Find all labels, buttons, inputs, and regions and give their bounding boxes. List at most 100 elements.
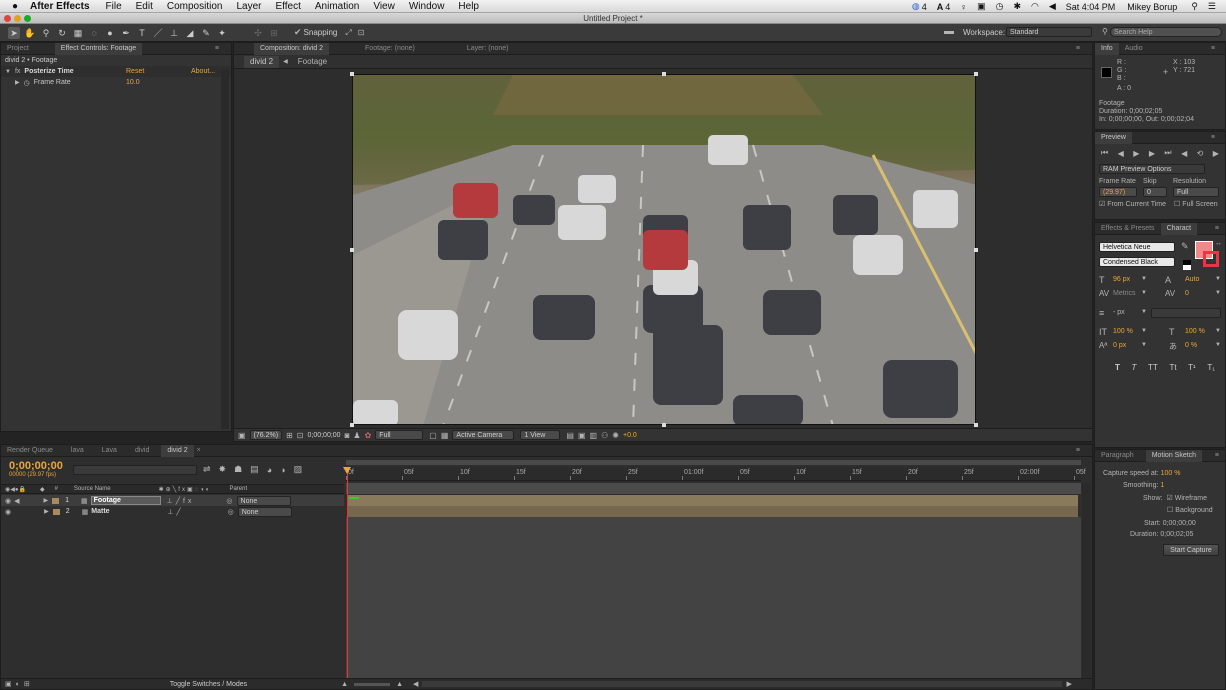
- playhead-icon[interactable]: [343, 467, 351, 474]
- swap-colors-icon[interactable]: ↔: [1215, 240, 1222, 247]
- bluetooth-icon[interactable]: ✱: [1013, 1, 1021, 12]
- stroke-color-swatch[interactable]: [1203, 251, 1219, 267]
- hscale-arrow-icon[interactable]: ▼: [1215, 328, 1221, 334]
- rotate-tool-icon[interactable]: ↻: [56, 27, 68, 39]
- tracking-arrow-icon[interactable]: ▼: [1215, 290, 1221, 296]
- handle-tr[interactable]: [974, 72, 978, 76]
- loop-icon[interactable]: ⟲: [1197, 149, 1204, 158]
- tab-layer[interactable]: Layer: (none): [461, 43, 515, 55]
- baseline-shift-value[interactable]: 0 px: [1113, 342, 1126, 349]
- parent-pickwhip-icon[interactable]: ◎: [228, 508, 234, 516]
- parent-dropdown[interactable]: None: [236, 495, 291, 506]
- zoom-dropdown[interactable]: (76.2%): [249, 430, 283, 440]
- scroll-left-icon[interactable]: ◀: [413, 680, 418, 688]
- handle-tm[interactable]: [662, 72, 666, 76]
- app-menu[interactable]: After Effects: [30, 1, 89, 12]
- flow-tab-comp[interactable]: divid 2: [244, 55, 280, 68]
- play-icon[interactable]: ▶: [1133, 149, 1139, 158]
- stopwatch-icon[interactable]: ◷: [24, 79, 30, 87]
- snapshot-icon[interactable]: ◙: [345, 431, 350, 440]
- tab-divid[interactable]: divid: [129, 445, 155, 457]
- font-size-arrow-icon[interactable]: ▼: [1141, 276, 1147, 282]
- handle-mr[interactable]: [974, 248, 978, 252]
- time-ruler[interactable]: 0f 05f 10f 15f 20f 25f 01:00f 05f 10f 15f 20f 25f 02…: [346, 467, 1086, 481]
- snapping-toggle[interactable]: ✔ Snapping ⤢ ⊡: [294, 27, 364, 38]
- workspace-dropdown[interactable]: Standard: [1006, 27, 1092, 37]
- zoom-slider[interactable]: [354, 682, 391, 686]
- skip-dropdown[interactable]: 0: [1143, 187, 1167, 197]
- menu-file[interactable]: File: [106, 1, 122, 12]
- stroke-width-value[interactable]: - px: [1113, 309, 1125, 316]
- smoothing-value[interactable]: 1: [1160, 482, 1164, 489]
- visibility-eye-icon[interactable]: ◉: [5, 508, 11, 516]
- search-help-icon[interactable]: ⚲: [1102, 27, 1108, 36]
- faux-bold-icon[interactable]: T: [1115, 363, 1120, 372]
- timeline-icon[interactable]: ▥: [590, 431, 598, 440]
- label-color-swatch[interactable]: [52, 497, 60, 504]
- pen-tool-icon[interactable]: ✒: [120, 27, 132, 39]
- type-tool-icon[interactable]: T: [136, 27, 148, 39]
- snap-feature-icon[interactable]: ⊡: [358, 28, 365, 37]
- start-capture-button[interactable]: Start Capture: [1163, 544, 1219, 556]
- wireframe-checkbox-icon[interactable]: ☑: [1166, 494, 1172, 502]
- last-frame-icon[interactable]: ⏭: [1164, 148, 1171, 158]
- first-frame-icon[interactable]: ⏮: [1101, 148, 1108, 158]
- next-frame-icon[interactable]: ▶: [1149, 149, 1155, 158]
- layer-switches[interactable]: ⊥╱fx: [167, 497, 195, 505]
- adobe-icon[interactable]: A: [937, 2, 944, 12]
- mask-visibility-icon[interactable]: ⊡: [297, 431, 304, 440]
- puppet-tool-icon[interactable]: ✦: [216, 27, 228, 39]
- tab-project[interactable]: Project: [1, 43, 35, 55]
- graph-editor-icon[interactable]: ◑: [280, 465, 285, 475]
- parent-dropdown[interactable]: None: [237, 506, 292, 517]
- panel-scrollbar[interactable]: [221, 69, 229, 429]
- exposure-value[interactable]: +0.0: [623, 432, 637, 439]
- timemachine-icon[interactable]: ◷: [996, 1, 1004, 12]
- camera-tool-icon[interactable]: ▦: [72, 27, 84, 39]
- handle-tl[interactable]: [350, 72, 354, 76]
- composition-viewer[interactable]: [352, 74, 976, 425]
- handle-br[interactable]: [974, 423, 978, 427]
- toggle-switches-modes[interactable]: Toggle Switches / Modes: [170, 681, 247, 688]
- tab-divid-2[interactable]: divid 2: [161, 444, 194, 457]
- handle-bl[interactable]: [350, 423, 354, 427]
- frame-blending-icon[interactable]: ▤: [250, 464, 259, 475]
- tab-audio[interactable]: Audio: [1119, 43, 1149, 55]
- motion-blur-icon[interactable]: ◕: [267, 465, 272, 475]
- eyedropper-icon[interactable]: ✎: [1181, 241, 1189, 252]
- work-area-bar[interactable]: [346, 483, 1081, 494]
- pan-behind-tool-icon[interactable]: ◌: [88, 27, 100, 39]
- font-family-dropdown[interactable]: Helvetica Neue: [1099, 242, 1175, 252]
- layer-name[interactable]: Matte: [91, 508, 161, 515]
- channel-icon[interactable]: ✿: [365, 431, 372, 440]
- horizontal-scrollbar[interactable]: [422, 681, 1063, 687]
- expand-layer-icon[interactable]: ▶: [44, 508, 49, 515]
- zoom-out-icon[interactable]: ▲: [341, 681, 348, 688]
- layer-row[interactable]: ◉ ◀ ▶ 1 ▦ Footage ⊥╱fx ◎ None: [1, 495, 344, 506]
- all-caps-icon[interactable]: TT: [1148, 363, 1158, 372]
- tab-effect-controls[interactable]: Effect Controls: Footage: [54, 42, 143, 55]
- leading-arrow-icon[interactable]: ▼: [1215, 276, 1221, 282]
- tab-motion-sketch[interactable]: Motion Sketch: [1145, 449, 1203, 462]
- clone-tool-icon[interactable]: ⊥: [168, 27, 180, 39]
- snapping-checkbox-icon[interactable]: ✔: [294, 27, 302, 38]
- handle-ml[interactable]: [350, 248, 354, 252]
- tsume-arrow-icon[interactable]: ▼: [1215, 342, 1221, 348]
- minimize-window-button[interactable]: [14, 15, 21, 22]
- screen-icon[interactable]: ▣: [977, 1, 986, 12]
- effect-row[interactable]: ▼ fx Posterize Time Reset About...: [1, 66, 231, 77]
- time-navigator[interactable]: [346, 460, 1081, 465]
- stroke-style-dropdown[interactable]: [1151, 308, 1221, 318]
- handle-bm[interactable]: [662, 423, 666, 427]
- tab-footage[interactable]: Footage: (none): [359, 43, 421, 55]
- resolution-dropdown-preview[interactable]: Full: [1173, 187, 1219, 197]
- about-link[interactable]: About...: [191, 68, 215, 75]
- ram-preview-options-dropdown[interactable]: RAM Preview Options: [1099, 164, 1205, 174]
- mic-icon[interactable]: ♀: [960, 2, 967, 12]
- white-swatch[interactable]: [1183, 265, 1191, 270]
- brush-tool-icon[interactable]: ／: [152, 27, 164, 39]
- audio-icon[interactable]: ◀: [14, 497, 19, 505]
- cloud-icon[interactable]: ◍: [912, 1, 920, 12]
- motion-sketch-menu-icon[interactable]: ≡: [1215, 452, 1219, 459]
- apple-icon[interactable]: ●: [12, 1, 18, 12]
